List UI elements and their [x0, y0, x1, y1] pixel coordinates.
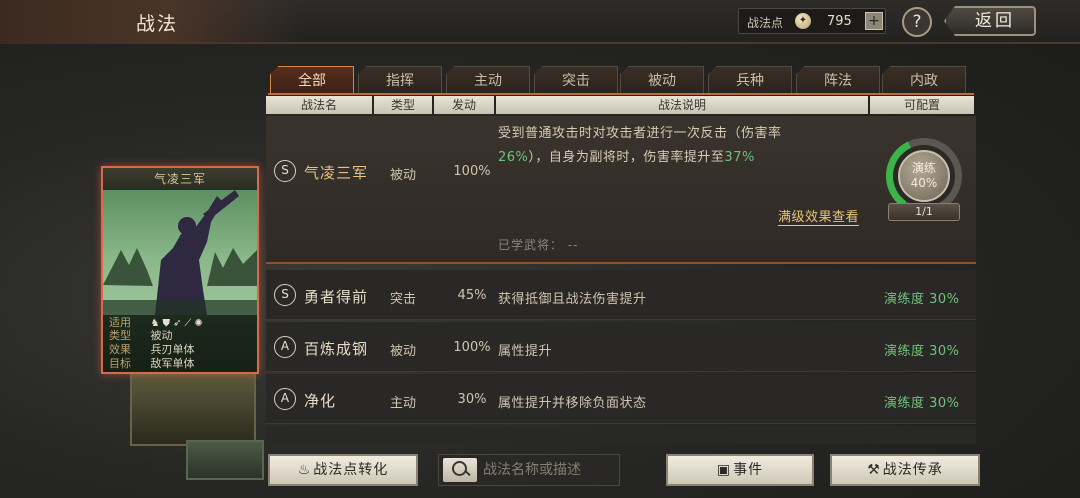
scroll-icon: ▣: [716, 462, 732, 478]
card-info-row: 适用 ♞⛊➶⟋✺: [109, 316, 206, 329]
learned-generals: 已学武将： --: [498, 238, 579, 252]
tactic-description: 属性提升: [498, 344, 553, 359]
card-title: 气凌三军: [103, 168, 257, 190]
shield-icon: ⛊: [162, 318, 173, 329]
search-input[interactable]: [483, 459, 613, 481]
tactic-name: 勇者得前: [304, 288, 369, 306]
card-info-row: 目标 敌军单体: [109, 357, 195, 370]
tactic-type: 被动: [390, 168, 417, 183]
spear-icon: ⟋: [184, 318, 195, 329]
grade-badge: S: [274, 284, 296, 306]
tactic-row[interactable]: S 勇者得前 突击 45% 获得抵御且战法伤害提升 演练度 30%: [266, 270, 976, 320]
inherit-tactic-button[interactable]: ⚒ 战法传承: [830, 454, 980, 486]
card-info-panel: 适用 ♞⛊➶⟋✺ 类型 被动 效果 兵刃单体 目标 敌军单体: [103, 315, 257, 372]
tabs-underline: [268, 93, 974, 95]
tab-formation[interactable]: 阵法: [796, 66, 880, 94]
warrior-silhouette-icon: [103, 190, 257, 315]
tab-command[interactable]: 指挥: [358, 66, 442, 94]
siege-icon: ✺: [194, 318, 206, 329]
training-level: 演练度 30%: [884, 344, 960, 359]
top-bar: 战法 战法点 ✦ 795 + ? 返回: [0, 0, 1080, 44]
tactic-description-line: 26%），自身为副将时，伤害率提升至37%: [498, 150, 755, 165]
column-header-type[interactable]: 类型: [374, 96, 432, 114]
tactic-points-value: 795: [827, 14, 852, 29]
help-button[interactable]: ?: [902, 7, 932, 37]
search-icon[interactable]: [443, 458, 477, 482]
tactic-name: 百炼成钢: [304, 340, 369, 358]
add-points-button[interactable]: +: [865, 12, 883, 30]
tactic-type: 突击: [390, 292, 417, 307]
column-header-name[interactable]: 战法名: [266, 96, 372, 114]
tactic-row-expanded[interactable]: S 气凌三军 被动 100% 受到普通攻击时对攻击者进行一次反击（伤害率 26%…: [266, 116, 976, 264]
cavalry-icon: ♞: [150, 318, 163, 329]
tab-troop-type[interactable]: 兵种: [708, 66, 792, 94]
training-level: 演练度 30%: [884, 396, 960, 411]
hammer-icon: ⚒: [867, 462, 881, 478]
tab-active[interactable]: 主动: [446, 66, 530, 94]
max-level-effect-link[interactable]: 满级效果查看: [778, 206, 860, 226]
tab-assault[interactable]: 突击: [534, 66, 618, 94]
tactic-rate: 45%: [457, 288, 487, 303]
tactic-points-box: 战法点 ✦ 795 +: [738, 8, 886, 34]
tactic-point-icon: ✦: [795, 13, 811, 29]
flame-icon: ♨: [297, 462, 312, 478]
grade-badge: S: [274, 160, 296, 182]
events-button[interactable]: ▣ 事件: [666, 454, 814, 486]
column-header-description: 战法说明: [496, 96, 868, 114]
tactic-rate: 100%: [453, 164, 491, 179]
training-button[interactable]: 演练 40%: [898, 150, 950, 202]
damage-rate-value: 26%: [498, 150, 529, 165]
tactic-list[interactable]: S 气凌三军 被动 100% 受到普通攻击时对攻击者进行一次反击（伤害率 26%…: [266, 116, 976, 444]
config-slot-count: 1/1: [888, 203, 960, 221]
card-info-row: 类型 被动: [109, 329, 173, 342]
back-button[interactable]: 返回: [944, 6, 1036, 36]
tactic-rate: 100%: [453, 340, 491, 355]
boosted-rate-value: 37%: [724, 150, 755, 165]
page-title: 战法: [136, 13, 179, 35]
tactic-row[interactable]: A 净化 主动 30% 属性提升并移除负面状态 演练度 30%: [266, 374, 976, 424]
tab-passive[interactable]: 被动: [620, 66, 704, 94]
tactic-row[interactable]: A 百炼成钢 被动 100% 属性提升 演练度 30%: [266, 322, 976, 372]
tactic-points-label: 战法点: [747, 16, 784, 30]
grade-badge: A: [274, 388, 296, 410]
card-illustration: [103, 190, 257, 315]
training-percent: 40%: [910, 176, 938, 190]
stacked-card-back: [130, 372, 256, 446]
tab-internal-affairs[interactable]: 内政: [882, 66, 966, 94]
column-header-configurable[interactable]: 可配置: [870, 96, 974, 114]
archer-icon: ➶: [172, 318, 185, 329]
stacked-card-back: [186, 440, 264, 480]
tactic-type: 主动: [390, 396, 417, 411]
card-info-row: 效果 兵刃单体: [109, 343, 195, 356]
tab-all[interactable]: 全部: [270, 66, 354, 94]
tactic-rate: 30%: [457, 392, 487, 407]
convert-points-button[interactable]: ♨ 战法点转化: [268, 454, 418, 486]
tactic-description: 属性提升并移除负面状态: [498, 396, 647, 411]
column-header-rate[interactable]: 发动: [434, 96, 494, 114]
tactic-card[interactable]: 气凌三军 适用 ♞⛊➶⟋✺ 类型 被动 效果 兵刃单体 目标 敌军单体: [101, 166, 259, 374]
tactic-description-line: 受到普通攻击时对攻击者进行一次反击（伤害率: [498, 126, 782, 141]
tactic-row[interactable]: [266, 426, 976, 444]
tactic-type: 被动: [390, 344, 417, 359]
tactic-description: 获得抵御且战法伤害提升: [498, 292, 647, 307]
grade-badge: A: [274, 336, 296, 358]
tactic-name: 净化: [304, 392, 337, 410]
search-box[interactable]: [438, 454, 620, 486]
tactic-name: 气凌三军: [304, 164, 369, 182]
training-level: 演练度 30%: [884, 292, 960, 307]
